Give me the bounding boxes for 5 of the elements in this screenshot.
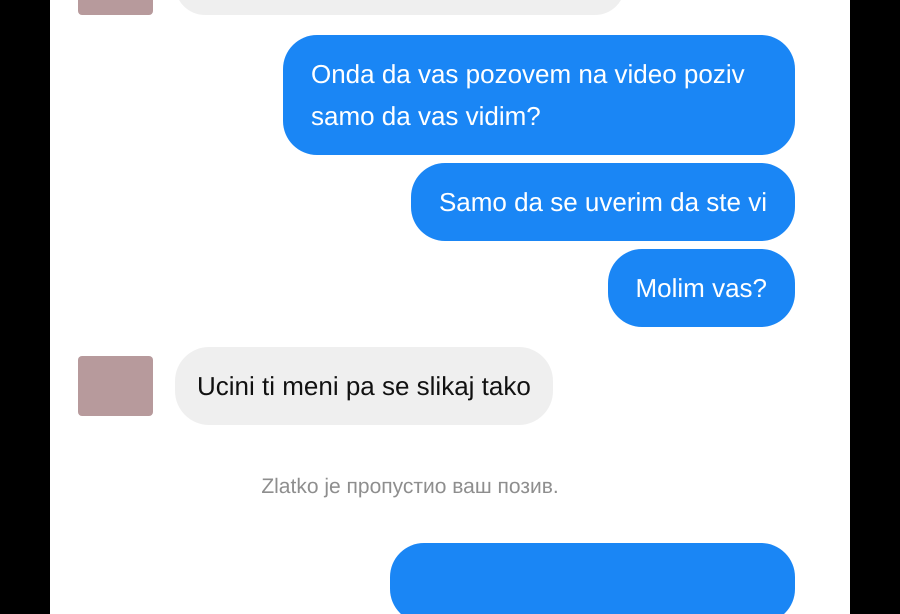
sent-message-bubble: Molim vas? [608,249,795,327]
received-message-bubble: Ucini ti meni pa se slikaj tako [175,347,553,425]
sent-message-bubble: Samo da se uverim da ste vi [410,163,795,241]
sent-message-bubble: Onda da vas pozovem na video poziv samo da vas vidim? [283,35,795,155]
missed-call-notice: Zlatko je пропустио ваш позив. [261,474,559,500]
